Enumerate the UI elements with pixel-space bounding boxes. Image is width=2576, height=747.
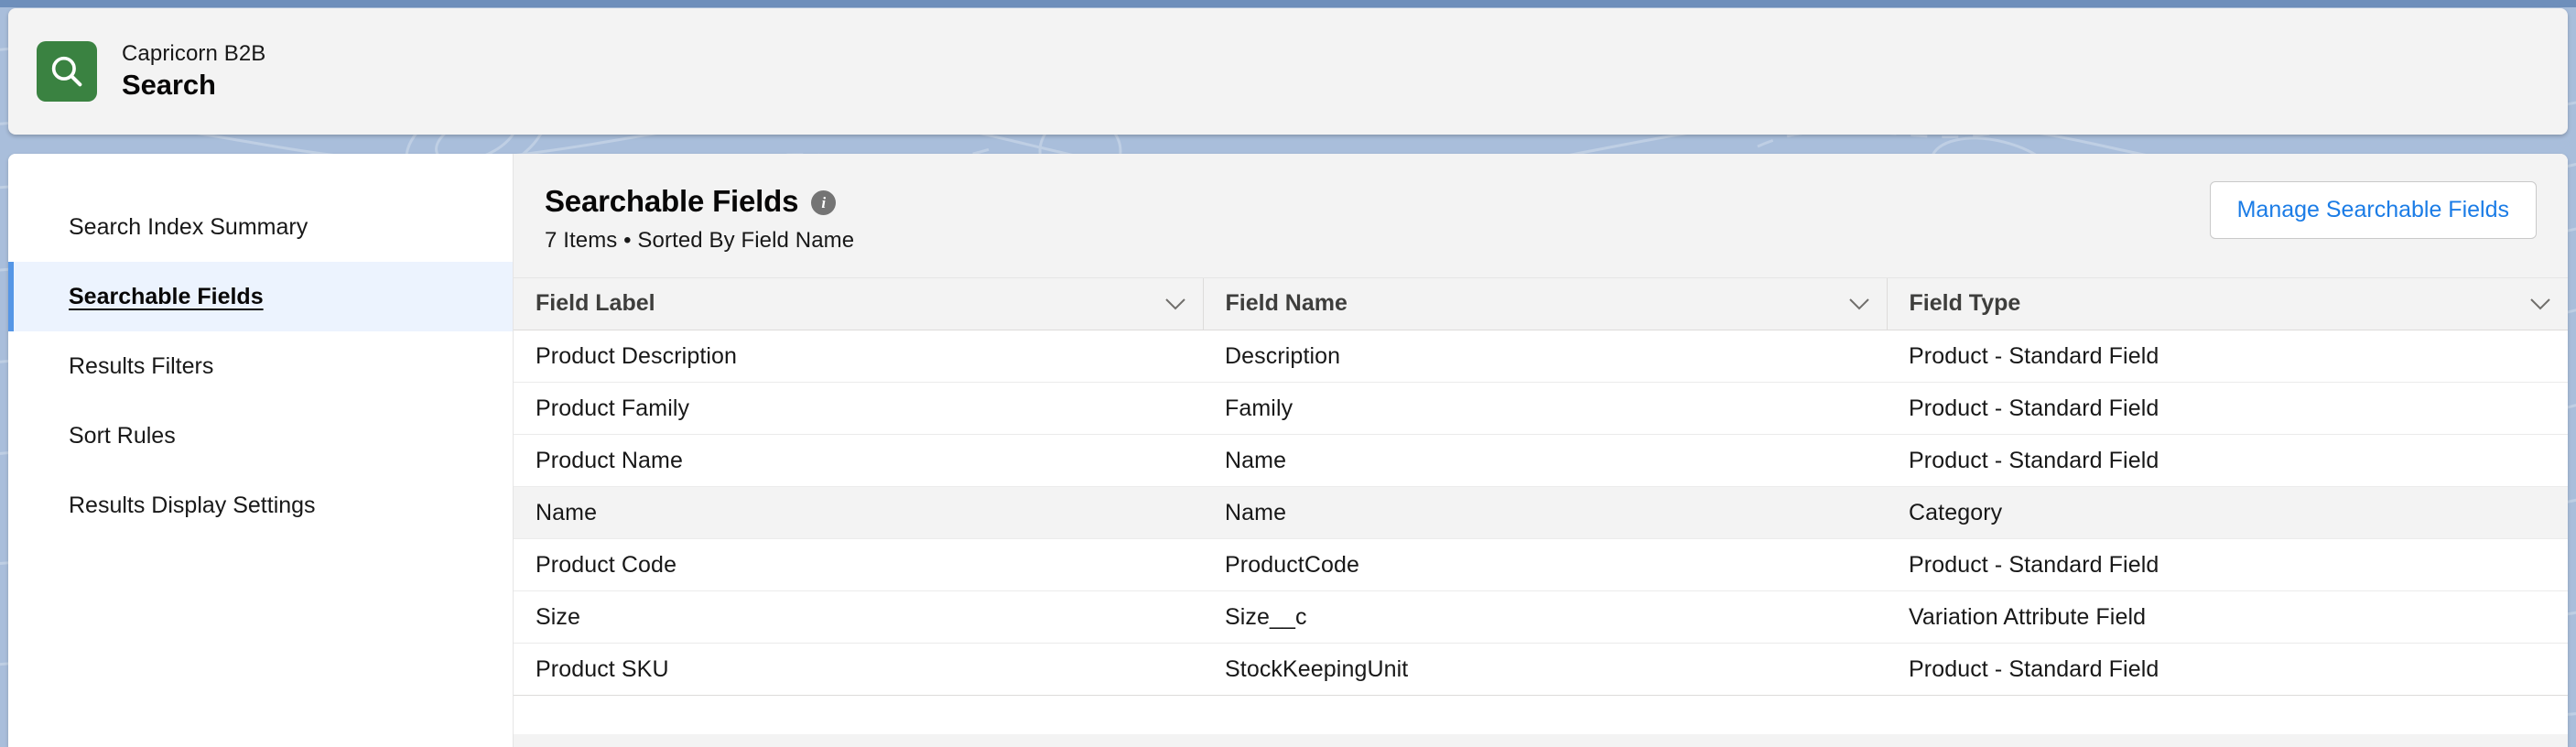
cell-field-type: Product - Standard Field	[1887, 538, 2568, 592]
sidebar-item-label: Sort Rules	[69, 422, 176, 449]
cell-field-name: Name	[1203, 434, 1887, 488]
searchable-fields-table-wrapper: Field Label Field Name Field Type Produc…	[514, 276, 2568, 735]
cell-field-type: Product - Standard Field	[1887, 434, 2568, 488]
column-header-label: Field Type	[1909, 290, 2021, 317]
cell-field-label: Product Family	[514, 382, 1203, 436]
chevron-down-icon[interactable]	[2529, 290, 2551, 317]
chevron-down-icon[interactable]	[1848, 290, 1870, 317]
manage-searchable-fields-button[interactable]: Manage Searchable Fields	[2209, 181, 2537, 239]
cell-field-type: Product - Standard Field	[1887, 330, 2568, 384]
cell-field-label: Size	[514, 590, 1203, 644]
content-header-left: Searchable Fields i 7 Items • Sorted By …	[545, 179, 854, 254]
table-row[interactable]: Product SKU StockKeepingUnit Product - S…	[514, 643, 2568, 697]
cell-field-type: Category	[1887, 486, 2568, 540]
sidebar-item-sort-rules[interactable]: Sort Rules	[8, 401, 513, 471]
column-header-field-label[interactable]: Field Label	[514, 277, 1204, 331]
cell-field-name: Name	[1203, 486, 1887, 540]
column-header-label: Field Name	[1225, 290, 1348, 317]
cell-field-label: Product Code	[514, 538, 1203, 592]
content-header: Searchable Fields i 7 Items • Sorted By …	[514, 154, 2568, 254]
section-title: Searchable Fields	[545, 184, 799, 218]
cell-field-type: Product - Standard Field	[1887, 382, 2568, 436]
column-header-label: Field Label	[536, 290, 655, 317]
search-icon	[37, 41, 97, 102]
table-body: Product Description Description Product …	[514, 330, 2568, 697]
searchable-fields-table: Field Label Field Name Field Type Produc…	[514, 277, 2568, 697]
column-header-field-name[interactable]: Field Name	[1203, 277, 1888, 331]
title-row: Searchable Fields i	[545, 183, 854, 220]
info-circle-icon[interactable]: i	[811, 189, 837, 215]
sidebar-item-label: Searchable Fields	[69, 283, 264, 309]
cell-field-label: Name	[514, 486, 1203, 540]
column-header-field-type[interactable]: Field Type	[1887, 277, 2568, 331]
cell-field-label: Product Name	[514, 434, 1203, 488]
page-title: Search	[122, 69, 216, 102]
sidebar-item-search-index-summary[interactable]: Search Index Summary	[8, 192, 513, 262]
cell-field-name: StockKeepingUnit	[1203, 643, 1887, 697]
table-row[interactable]: Size Size__c Variation Attribute Field	[514, 590, 2568, 644]
app-eyebrow: Capricorn B2B	[122, 41, 266, 67]
table-row[interactable]: Product Family Family Product - Standard…	[514, 382, 2568, 436]
table-row[interactable]: Product Description Description Product …	[514, 330, 2568, 384]
backdrop-top-strip	[0, 0, 2576, 7]
cell-field-name: ProductCode	[1203, 538, 1887, 592]
cell-field-name: Family	[1203, 382, 1887, 436]
table-row[interactable]: Product Name Name Product - Standard Fie…	[514, 434, 2568, 488]
app-header: Capricorn B2B Search	[8, 8, 2568, 135]
sidebar-item-results-filters[interactable]: Results Filters	[8, 331, 513, 401]
cell-field-label: Product SKU	[514, 643, 1203, 697]
cell-field-type: Variation Attribute Field	[1887, 590, 2568, 644]
cell-field-name: Description	[1203, 330, 1887, 384]
sidebar-item-label: Search Index Summary	[69, 213, 308, 240]
table-row[interactable]: Product Code ProductCode Product - Stand…	[514, 538, 2568, 592]
app-header-text: Capricorn B2B Search	[122, 40, 265, 103]
sidebar-item-searchable-fields[interactable]: Searchable Fields	[8, 262, 513, 331]
table-footer-spacer	[514, 696, 2568, 735]
cell-field-name: Size__c	[1203, 590, 1887, 644]
cell-field-label: Product Description	[514, 330, 1203, 384]
table-header-row: Field Label Field Name Field Type	[514, 277, 2568, 331]
content-area: Searchable Fields i 7 Items • Sorted By …	[514, 154, 2568, 747]
main-panel: Search Index Summary Searchable Fields R…	[8, 154, 2568, 747]
table-header: Field Label Field Name Field Type	[514, 277, 2568, 331]
chevron-down-icon[interactable]	[1164, 290, 1186, 317]
sidebar: Search Index Summary Searchable Fields R…	[8, 154, 514, 747]
sidebar-item-label: Results Display Settings	[69, 492, 316, 518]
sidebar-item-label: Results Filters	[69, 352, 214, 379]
sidebar-item-results-display-settings[interactable]: Results Display Settings	[8, 471, 513, 540]
list-summary: 7 Items • Sorted By Field Name	[545, 227, 855, 253]
table-row[interactable]: Name Name Category	[514, 486, 2568, 540]
cell-field-type: Product - Standard Field	[1887, 643, 2568, 697]
